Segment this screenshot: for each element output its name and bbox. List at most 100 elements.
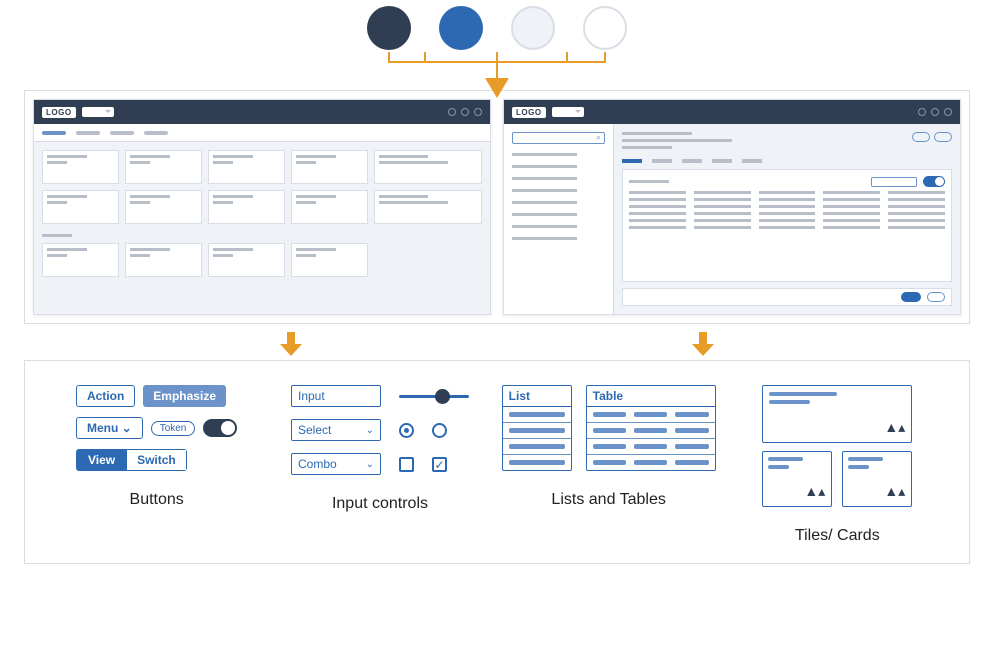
list-item[interactable] xyxy=(512,201,577,204)
segment-switch[interactable]: Switch xyxy=(127,449,187,471)
footer-bar xyxy=(622,288,952,306)
components-panel: Action Emphasize Menu Token View Switch … xyxy=(24,360,970,564)
table-row[interactable] xyxy=(587,407,715,423)
action-button[interactable] xyxy=(912,132,930,142)
tile-card[interactable] xyxy=(208,243,285,277)
list-item[interactable] xyxy=(512,213,577,216)
select-label: Select xyxy=(298,423,331,437)
chevron-down-icon: ⌄ xyxy=(366,425,374,436)
tab-item[interactable] xyxy=(622,159,642,163)
combo-input[interactable]: Combo ⌄ xyxy=(291,453,381,475)
table-row[interactable] xyxy=(587,439,715,455)
tab-item[interactable] xyxy=(682,159,702,163)
list-item[interactable] xyxy=(512,225,577,228)
slider[interactable] xyxy=(399,395,469,398)
table-row[interactable] xyxy=(587,455,715,470)
input-label: Input xyxy=(298,389,325,403)
mockups-panel: LOGO xyxy=(24,90,970,324)
secondary-button[interactable] xyxy=(927,292,945,302)
list-item[interactable] xyxy=(512,165,577,168)
arrow-down-icon xyxy=(280,332,302,356)
tab-item[interactable] xyxy=(110,131,134,135)
segment-view[interactable]: View xyxy=(76,449,127,471)
tab-item[interactable] xyxy=(652,159,672,163)
table-search-input[interactable] xyxy=(871,177,917,187)
header-actions[interactable] xyxy=(448,108,482,116)
detail-area xyxy=(614,124,960,314)
image-icon: ▲▴ xyxy=(804,483,825,500)
list-item[interactable] xyxy=(512,153,577,156)
table-header: Table xyxy=(587,386,715,407)
list-item[interactable] xyxy=(512,237,577,240)
color-palette xyxy=(0,0,994,50)
list-item[interactable] xyxy=(512,189,577,192)
header-dropdown[interactable] xyxy=(552,107,584,117)
swatch-white xyxy=(583,6,627,50)
app-header: LOGO xyxy=(34,100,490,124)
data-table xyxy=(629,191,945,229)
tile-card[interactable] xyxy=(42,243,119,277)
tab-item[interactable] xyxy=(76,131,100,135)
tile-card[interactable] xyxy=(42,190,119,224)
mockup-cards-app: LOGO xyxy=(33,99,491,315)
tile-card[interactable] xyxy=(125,190,202,224)
tile-card[interactable] xyxy=(42,150,119,184)
tab-item[interactable] xyxy=(742,159,762,163)
tab-item[interactable] xyxy=(712,159,732,163)
lists-group: List Table Lists and Tables xyxy=(502,385,716,545)
card-small[interactable]: ▲▴ xyxy=(762,451,832,507)
wide-card[interactable] xyxy=(374,150,482,184)
tab-item[interactable] xyxy=(42,131,66,135)
emphasize-button[interactable]: Emphasize xyxy=(143,385,226,407)
tab-bar xyxy=(34,124,490,142)
list-component: List xyxy=(502,385,572,471)
list-item[interactable] xyxy=(503,407,571,423)
wide-card[interactable] xyxy=(374,190,482,224)
chevron-down-icon: ⌄ xyxy=(366,459,374,470)
list-item[interactable] xyxy=(503,439,571,455)
tile-card[interactable] xyxy=(291,243,368,277)
header-actions[interactable] xyxy=(918,108,952,116)
tile-card[interactable] xyxy=(125,150,202,184)
header-dropdown[interactable] xyxy=(82,107,114,117)
section-title: Lists and Tables xyxy=(551,491,665,509)
tile-card[interactable] xyxy=(291,190,368,224)
checkbox-checked[interactable]: ✓ xyxy=(432,457,447,472)
logo-badge: LOGO xyxy=(42,107,76,118)
select-input[interactable]: Select ⌄ xyxy=(291,419,381,441)
list-item[interactable] xyxy=(503,455,571,470)
image-icon: ▲▴ xyxy=(884,483,905,500)
arrow-down-icon xyxy=(692,332,714,356)
search-input[interactable] xyxy=(512,132,605,144)
toggle-switch[interactable] xyxy=(923,176,945,187)
card-large[interactable]: ▲▴ xyxy=(762,385,912,443)
table-row[interactable] xyxy=(587,423,715,439)
tab-item[interactable] xyxy=(144,131,168,135)
app-header: LOGO xyxy=(504,100,960,124)
checkbox-unchecked[interactable] xyxy=(399,457,414,472)
tile-card[interactable] xyxy=(291,150,368,184)
token-chip[interactable]: Token xyxy=(151,421,196,436)
combo-label: Combo xyxy=(298,457,337,471)
list-item[interactable] xyxy=(512,177,577,180)
text-input[interactable]: Input xyxy=(291,385,381,407)
section-title: Buttons xyxy=(130,491,184,509)
table-title xyxy=(629,180,669,183)
segmented-button[interactable]: View Switch xyxy=(76,449,187,471)
radio-unselected[interactable] xyxy=(432,423,447,438)
tile-card[interactable] xyxy=(208,190,285,224)
tile-card[interactable] xyxy=(125,243,202,277)
list-item[interactable] xyxy=(503,423,571,439)
action-button[interactable]: Action xyxy=(76,385,135,407)
tile-card[interactable] xyxy=(208,150,285,184)
list-header: List xyxy=(503,386,571,407)
action-button[interactable] xyxy=(934,132,952,142)
radio-selected[interactable] xyxy=(399,423,414,438)
inputs-group: Input Select ⌄ Combo ⌄ ✓ In xyxy=(278,385,481,545)
primary-button[interactable] xyxy=(901,292,921,302)
switch-toggle[interactable] xyxy=(203,419,237,437)
header-actions xyxy=(912,132,952,142)
menu-button[interactable]: Menu xyxy=(76,417,143,439)
card-small[interactable]: ▲▴ xyxy=(842,451,912,507)
tiles-group: ▲▴ ▲▴ ▲▴ Tiles/ Cards xyxy=(736,385,939,545)
